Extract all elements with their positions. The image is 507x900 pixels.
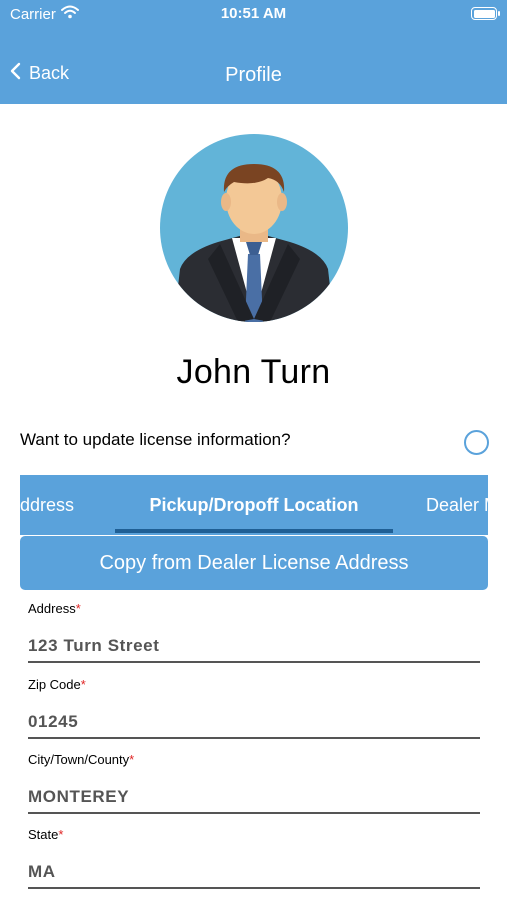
zip-code-label: Zip Code* — [28, 677, 86, 692]
state-input[interactable] — [28, 859, 480, 889]
tab-address[interactable]: Address — [20, 495, 74, 516]
tab-pickup-dropoff-location[interactable]: Pickup/Dropoff Location — [115, 495, 393, 516]
battery-icon — [471, 7, 500, 20]
required-mark: * — [75, 601, 81, 616]
update-license-label: Want to update license information? — [20, 430, 291, 449]
city-label: City/Town/County* — [28, 752, 135, 767]
active-tab-indicator — [115, 529, 393, 533]
city-input[interactable] — [28, 784, 480, 814]
required-mark: * — [80, 677, 86, 692]
avatar[interactable] — [160, 134, 348, 322]
zip-code-input[interactable] — [28, 709, 480, 739]
address-label: Address* — [28, 601, 81, 616]
profile-name: John Turn — [176, 353, 331, 391]
state-label: State* — [28, 827, 64, 842]
tab-bar: Address Pickup/Dropoff Location Dealer M — [20, 475, 488, 535]
nav-header: Carrier 10:51 AM Back Profile — [0, 0, 507, 104]
copy-from-dealer-address-button[interactable]: Copy from Dealer License Address — [20, 536, 488, 590]
required-mark: * — [58, 827, 64, 842]
status-time: 10:51 AM — [220, 5, 287, 22]
status-bar: Carrier 10:51 AM — [0, 0, 507, 28]
address-input[interactable] — [28, 633, 480, 663]
page-title: Profile — [225, 64, 282, 86]
required-mark: * — [129, 752, 135, 767]
update-license-radio[interactable] — [464, 430, 489, 455]
tab-dealer[interactable]: Dealer M — [426, 495, 488, 516]
